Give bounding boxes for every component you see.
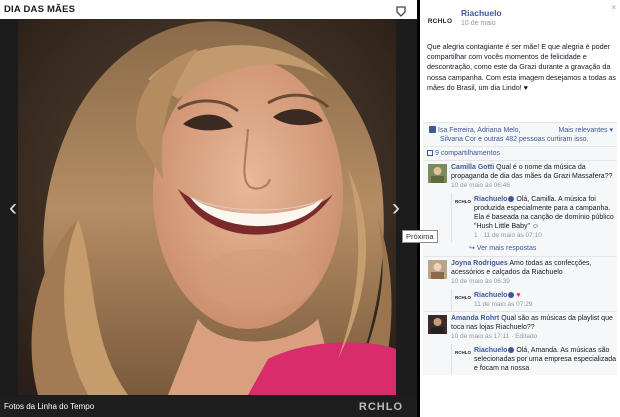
avatar[interactable] bbox=[428, 260, 447, 279]
likes-count-text[interactable]: Silvana Cor e outras 482 pessoas curtira… bbox=[423, 134, 617, 146]
avatar[interactable] bbox=[428, 164, 447, 183]
photo-stage: DIA DAS MÃES ‹ › Fotos da Linha do Tempo… bbox=[0, 0, 417, 417]
comment-item: Amanda Rohrt Qual são as músicas da play… bbox=[423, 311, 617, 375]
post-caption: Que alegria contagiante é ser mãe! E que… bbox=[427, 42, 616, 92]
comment-meta[interactable]: 10 de maio às 17:11 · Editado bbox=[451, 332, 614, 341]
comments-list: Camilla Gotti Qual é o nome da música da… bbox=[423, 160, 617, 375]
reply-item: RCHLO Riachuelo Olá, Camilla. A música f… bbox=[451, 193, 617, 242]
verified-icon bbox=[508, 292, 515, 298]
page-avatar[interactable]: RCHLO bbox=[427, 12, 453, 30]
reply-item: RCHLO Riachuelo Olá, Amanda. As músicas … bbox=[451, 344, 617, 375]
reply-author[interactable]: Riachuelo bbox=[474, 196, 507, 203]
album-title[interactable]: DIA DAS MÃES bbox=[4, 4, 75, 15]
comment-meta[interactable]: 10 de maio às 06:46 bbox=[451, 181, 614, 190]
reactions-summary: Isa Ferreira, Adriana Melo, Mais relevan… bbox=[423, 122, 617, 160]
comment-author[interactable]: Joyna Rodrigues bbox=[451, 260, 508, 267]
main-photo bbox=[18, 19, 396, 395]
shares-count[interactable]: 9 compartilhamentos bbox=[435, 150, 500, 157]
comment-author[interactable]: Amanda Rohrt bbox=[451, 315, 499, 322]
page-name[interactable]: Riachuelo bbox=[461, 8, 502, 18]
reply-meta[interactable]: 1 · 11 de maio às 07:10 bbox=[474, 231, 617, 240]
post-panel: RCHLO Riachuelo 10 de maio × Que alegria… bbox=[420, 0, 620, 417]
likes-row: Isa Ferreira, Adriana Melo, Mais relevan… bbox=[423, 123, 617, 134]
timeline-photos-link[interactable]: Fotos da Linha do Tempo bbox=[4, 402, 94, 411]
brand-watermark: RCHLO bbox=[358, 400, 403, 413]
comment-meta[interactable]: 10 de maio às 06:39 bbox=[451, 277, 614, 286]
next-photo-button[interactable]: › bbox=[387, 190, 405, 226]
post-time[interactable]: 10 de maio bbox=[461, 20, 496, 27]
avatar[interactable]: RCHLO bbox=[455, 347, 471, 358]
more-replies-link[interactable]: ↪ Ver mais respostas bbox=[469, 242, 617, 256]
reply-author[interactable]: Riachuelo bbox=[474, 347, 507, 354]
avatar[interactable]: RCHLO bbox=[455, 196, 471, 207]
previous-photo-button[interactable]: ‹ bbox=[4, 190, 22, 226]
post-header: RCHLO Riachuelo 10 de maio × bbox=[420, 0, 620, 40]
shares-row[interactable]: 9 compartilhamentos bbox=[423, 146, 617, 160]
reply-item: RCHLO Riachuelo ♥ 11 de maio às 07:29 bbox=[451, 289, 617, 311]
close-icon[interactable]: × bbox=[611, 3, 616, 12]
likes-names[interactable]: Isa Ferreira, Adriana Melo, bbox=[438, 127, 520, 134]
reply-meta[interactable]: 11 de maio às 07:29 bbox=[474, 300, 617, 309]
comment-item: Camilla Gotti Qual é o nome da música da… bbox=[423, 160, 617, 256]
tag-icon[interactable] bbox=[395, 4, 407, 17]
avatar[interactable] bbox=[428, 315, 447, 334]
verified-icon bbox=[508, 347, 515, 353]
photo-viewer: DIA DAS MÃES ‹ › Fotos da Linha do Tempo… bbox=[0, 0, 620, 417]
sort-comments-dropdown[interactable]: Mais relevantes ▾ bbox=[559, 126, 613, 134]
like-thumb-icon bbox=[429, 126, 436, 133]
comment-item: Joyna Rodrigues Amo todas as confecções,… bbox=[423, 256, 617, 311]
verified-icon bbox=[508, 196, 515, 202]
comment-author[interactable]: Camilla Gotti bbox=[451, 164, 494, 171]
photo-footer: Fotos da Linha do Tempo RCHLO bbox=[0, 396, 417, 417]
reply-author[interactable]: Riachuelo bbox=[474, 292, 507, 299]
heart-icon: ♥ bbox=[516, 292, 521, 299]
album-header: DIA DAS MÃES bbox=[0, 0, 417, 19]
next-tooltip: Próxima bbox=[402, 230, 438, 243]
share-icon bbox=[427, 150, 433, 156]
avatar[interactable]: RCHLO bbox=[455, 292, 471, 303]
